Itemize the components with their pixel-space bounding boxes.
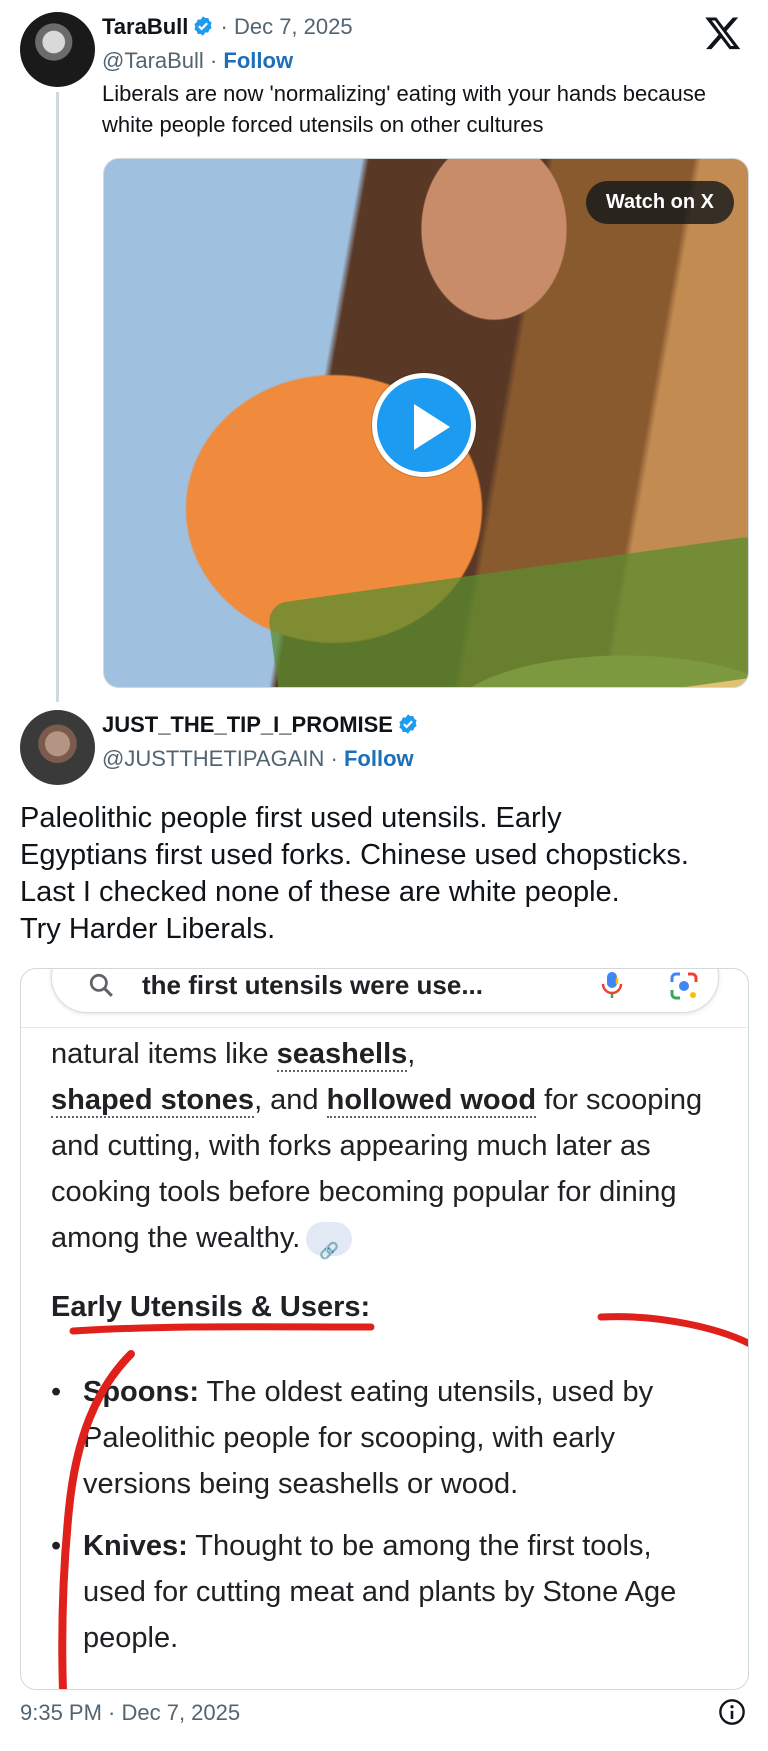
red-arc-mark	[597, 1313, 748, 1347]
verified-badge-icon	[194, 16, 213, 36]
thread-connector-line	[56, 92, 59, 702]
divider	[21, 1027, 748, 1028]
author-name[interactable]: TaraBull	[102, 14, 188, 39]
video-frame-detail	[266, 534, 748, 687]
utensils-list: Spoons: The oldest eating utensils, used…	[51, 1369, 721, 1677]
ai-section-heading: Early Utensils & Users:	[51, 1291, 371, 1323]
search-query: the first utensils were use...	[142, 970, 483, 1000]
reply-text: Paleolithic people first used utensils. …	[20, 800, 755, 948]
author-handle[interactable]: @JUSTTHETIPAGAIN	[102, 746, 324, 771]
reply-text-line: Egyptians first used forks. Chinese used…	[20, 839, 689, 871]
avatar-tarabull[interactable]	[20, 12, 95, 87]
mic-icon	[601, 972, 623, 998]
search-icon	[89, 973, 113, 997]
search-bar: the first utensils were use...	[51, 969, 719, 1013]
ai-overview-paragraph: natural items like seashells, shaped sto…	[51, 1031, 721, 1274]
attached-screenshot[interactable]: the first utensils were use... natural i…	[20, 968, 749, 1690]
separator-dot: ·	[209, 48, 218, 73]
x-logo-icon[interactable]	[704, 14, 742, 52]
author-handle[interactable]: @TaraBull	[102, 48, 204, 73]
follow-button[interactable]: Follow	[223, 48, 293, 73]
list-item: Spoons: The oldest eating utensils, used…	[51, 1369, 721, 1507]
link-icon	[306, 1222, 353, 1274]
avatar-justthetip[interactable]	[20, 710, 95, 785]
post-text: Liberals are now 'normalizing' eating wi…	[102, 81, 706, 137]
reply-text-line: Last I checked none of these are white p…	[20, 876, 620, 908]
list-item: Knives: Thought to be among the first to…	[51, 1523, 721, 1661]
play-icon[interactable]	[372, 373, 476, 477]
red-underline-mark	[69, 1323, 375, 1335]
para-text: natural items like	[51, 1038, 277, 1070]
handle-row-2: @JUSTTHETIPAGAIN · Follow	[102, 746, 414, 772]
para-text: ,	[407, 1038, 416, 1070]
shaped-stones-link: shaped stones	[51, 1084, 255, 1118]
list-item-term: Spoons:	[83, 1376, 199, 1408]
info-icon[interactable]	[718, 1698, 746, 1726]
watch-on-x-button[interactable]: Watch on X	[585, 181, 734, 224]
post-timestamp[interactable]: 9:35 PM · Dec 7, 2025	[20, 1700, 240, 1726]
reply-text-line: Try Harder Liberals.	[20, 913, 276, 945]
follow-button[interactable]: Follow	[344, 746, 414, 771]
list-item-term: Knives:	[83, 1530, 188, 1562]
handle-row: @TaraBull · Follow	[102, 48, 293, 74]
verified-badge-icon	[399, 714, 417, 734]
lens-icon	[670, 972, 698, 1000]
seashells-link: seashells	[276, 1038, 408, 1072]
author-name[interactable]: JUST_THE_TIP_I_PROMISE	[102, 712, 393, 737]
post-date[interactable]: · Dec 7, 2025	[221, 14, 353, 39]
para-text: , and	[254, 1084, 327, 1116]
video-player[interactable]: Watch on X	[103, 158, 749, 688]
author-name-row: TaraBull · Dec 7, 2025	[102, 14, 353, 40]
hollowed-wood-link: hollowed wood	[326, 1084, 537, 1118]
author-name-row-2: JUST_THE_TIP_I_PROMISE	[102, 712, 419, 738]
separator-dot: ·	[330, 746, 338, 771]
reply-text-line: Paleolithic people first used utensils. …	[20, 802, 562, 834]
